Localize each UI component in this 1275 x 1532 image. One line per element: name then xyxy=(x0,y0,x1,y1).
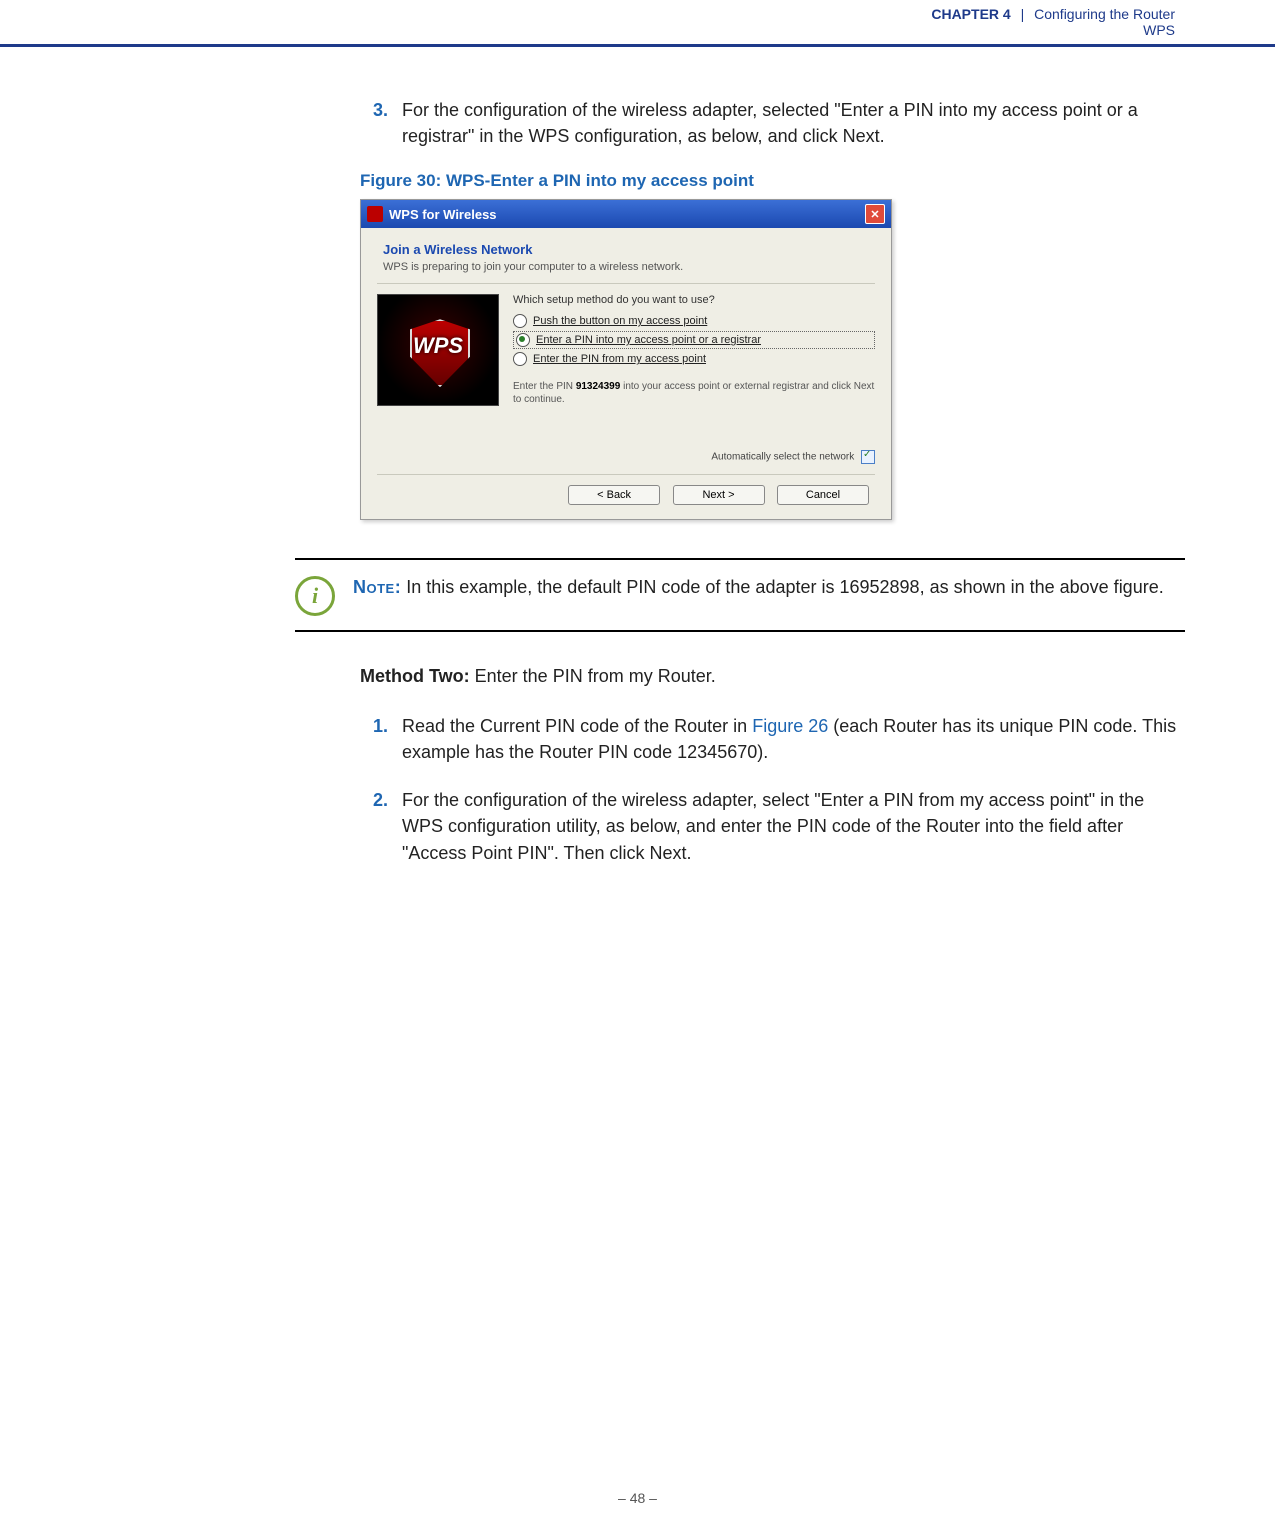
chapter-label: CHAPTER 4 xyxy=(931,6,1010,22)
cancel-button[interactable]: Cancel xyxy=(777,485,869,505)
radio-enter-pin-registrar-label: Enter a PIN into my access point or a re… xyxy=(536,334,761,346)
auto-select-row: Automatically select the network xyxy=(513,450,875,464)
radio-icon xyxy=(513,314,527,328)
shield-icon xyxy=(410,319,470,387)
radio-enter-pin-registrar[interactable]: Enter a PIN into my access point or a re… xyxy=(513,331,875,349)
method-two-rest: Enter the PIN from my Router. xyxy=(470,666,716,686)
dialog-title: WPS for Wireless xyxy=(389,207,497,222)
m2-step-2-text: For the configuration of the wireless ad… xyxy=(402,787,1185,865)
header-title: Configuring the Router xyxy=(1034,6,1175,22)
figure-30-caption: Figure 30: WPS-Enter a PIN into my acces… xyxy=(360,171,1185,191)
radio-icon xyxy=(516,333,530,347)
note-text: Note: In this example, the default PIN c… xyxy=(353,574,1164,600)
wps-app-icon xyxy=(367,206,383,222)
step-3: 3. For the configuration of the wireless… xyxy=(360,97,1185,149)
pin-prefix: Enter the PIN xyxy=(513,381,576,392)
method-two-line: Method Two: Enter the PIN from my Router… xyxy=(360,666,1185,687)
m2-step-1-text: Read the Current PIN code of the Router … xyxy=(402,713,1185,765)
m2-step-1: 1. Read the Current PIN code of the Rout… xyxy=(360,713,1185,765)
wps-shield-image xyxy=(377,294,499,406)
dialog-heading: Join a Wireless Network xyxy=(383,242,875,257)
pin-value: 91324399 xyxy=(576,381,621,392)
figure-26-link[interactable]: Figure 26 xyxy=(752,716,828,736)
step-3-number: 3. xyxy=(360,97,402,149)
method-two-bold: Method Two: xyxy=(360,666,470,686)
note-label: Note: xyxy=(353,577,401,597)
note-body: In this example, the default PIN code of… xyxy=(401,577,1164,597)
divider xyxy=(377,283,875,284)
page-header: CHAPTER 4 | Configuring the Router WPS xyxy=(0,0,1275,47)
note-box: i Note: In this example, the default PIN… xyxy=(295,558,1185,632)
auto-select-label: Automatically select the network xyxy=(711,452,854,463)
pin-instruction: Enter the PIN 91324399 into your access … xyxy=(513,380,875,406)
m2-step-2: 2. For the configuration of the wireless… xyxy=(360,787,1185,865)
close-icon: ✕ xyxy=(870,208,879,221)
dialog-subheading: WPS is preparing to join your computer t… xyxy=(383,261,875,273)
back-button[interactable]: < Back xyxy=(568,485,660,505)
radio-enter-pin-from-ap[interactable]: Enter the PIN from my access point xyxy=(513,352,875,366)
page-footer: – 48 – xyxy=(0,1490,1275,1506)
m2-step-2-number: 2. xyxy=(360,787,402,865)
radio-enter-pin-from-ap-label: Enter the PIN from my access point xyxy=(533,353,706,365)
dialog-titlebar: WPS for Wireless ✕ xyxy=(361,200,891,228)
info-icon: i xyxy=(295,576,335,616)
m2-step-1-number: 1. xyxy=(360,713,402,765)
radio-icon xyxy=(513,352,527,366)
auto-select-checkbox[interactable] xyxy=(861,450,875,464)
close-button[interactable]: ✕ xyxy=(865,204,885,224)
next-button[interactable]: Next > xyxy=(673,485,765,505)
radio-push-button-label: Push the button on my access point xyxy=(533,315,707,327)
m2-step-1-pre: Read the Current PIN code of the Router … xyxy=(402,716,752,736)
step-3-text: For the configuration of the wireless ad… xyxy=(402,97,1185,149)
wps-dialog: WPS for Wireless ✕ Join a Wireless Netwo… xyxy=(360,199,892,520)
header-subtitle: WPS xyxy=(0,22,1175,38)
page-content: 3. For the configuration of the wireless… xyxy=(360,97,1185,866)
header-pipe: | xyxy=(1021,6,1025,22)
setup-method-question: Which setup method do you want to use? xyxy=(513,294,875,306)
dialog-button-row: < Back Next > Cancel xyxy=(377,474,875,509)
radio-push-button[interactable]: Push the button on my access point xyxy=(513,314,875,328)
dialog-body: Join a Wireless Network WPS is preparing… xyxy=(361,228,891,519)
